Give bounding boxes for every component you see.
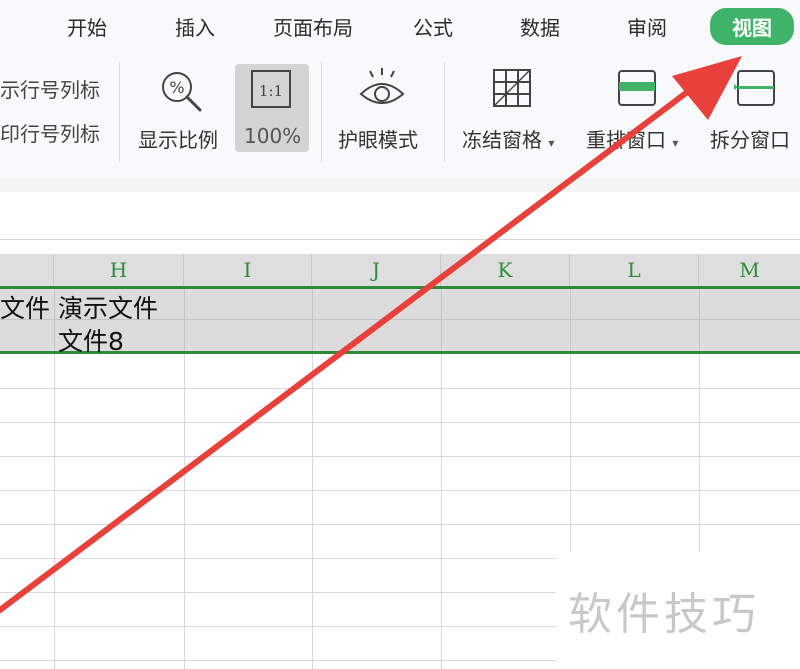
cell-divider: [570, 289, 571, 351]
freeze-panes-icon: [493, 69, 531, 107]
selected-row[interactable]: 文件 演示文件 文件8: [0, 286, 800, 356]
cell-h-text-line2[interactable]: 文件8: [58, 322, 124, 358]
zoom-100-label: 100%: [244, 124, 302, 148]
grid-line: [0, 422, 800, 423]
tab-home[interactable]: 开始: [67, 12, 107, 41]
actual-size-icon: 1:1: [251, 70, 291, 108]
freeze-panes-label: 冻结窗格 ▾: [462, 128, 555, 152]
ribbon-toolbar: 示行号列标 印行号列标 % 显示比例 1:1 100% 护眼模式 冻结窗格 ▾ …: [0, 52, 800, 179]
show-row-col-headers-option[interactable]: 示行号列标: [0, 74, 100, 103]
column-header-g[interactable]: [0, 254, 54, 286]
grid-line: [0, 524, 800, 525]
ribbon-separator: [119, 62, 120, 162]
formula-bar[interactable]: [0, 178, 800, 240]
split-window-button[interactable]: 拆分窗口: [704, 62, 800, 162]
grid-line: [0, 388, 800, 389]
column-header-i[interactable]: I: [184, 254, 312, 286]
zoom-button[interactable]: % 显示比例: [132, 62, 228, 162]
print-row-col-headers-option[interactable]: 印行号列标: [0, 118, 100, 147]
cell-divider: [312, 289, 313, 351]
column-header-row: H I J K L M: [0, 254, 800, 287]
zoom-button-label: 显示比例: [138, 128, 218, 152]
tab-view[interactable]: 视图: [710, 8, 794, 45]
eye-protection-button[interactable]: 护眼模式: [334, 62, 430, 162]
ribbon-separator: [444, 62, 445, 162]
tab-insert[interactable]: 插入: [175, 12, 215, 41]
watermark-box: 软件技巧: [556, 552, 800, 669]
tab-page-layout[interactable]: 页面布局: [273, 12, 353, 41]
cell-divider: [699, 289, 700, 351]
rearrange-windows-icon: [618, 70, 656, 106]
rearrange-windows-label: 重排窗口 ▾: [586, 128, 679, 152]
zoom-100-button[interactable]: 1:1 100%: [235, 64, 309, 152]
cell-g-text[interactable]: 文件: [0, 289, 50, 325]
cell-h-text-line1[interactable]: 演示文件: [58, 289, 158, 325]
column-header-m[interactable]: M: [699, 254, 800, 286]
zoom-icon-symbol: %: [169, 78, 184, 97]
rearrange-dropdown-caret-icon: ▾: [672, 136, 679, 150]
actual-size-icon-text: 1:1: [259, 82, 283, 100]
tab-data[interactable]: 数据: [520, 12, 560, 41]
freeze-dropdown-caret-icon: ▾: [548, 136, 555, 150]
column-header-h[interactable]: H: [54, 254, 184, 286]
ribbon-tab-bar: 开始 插入 页面布局 公式 数据 审阅 视图: [0, 0, 800, 52]
cell-divider: [184, 289, 185, 351]
grid-line: [0, 456, 800, 457]
split-window-label: 拆分窗口: [710, 128, 790, 152]
split-window-icon: [734, 70, 775, 106]
eye-protection-label: 护眼模式: [338, 128, 418, 152]
column-header-k[interactable]: K: [441, 254, 570, 286]
rearrange-windows-button[interactable]: 重排窗口 ▾: [584, 62, 694, 162]
column-header-l[interactable]: L: [570, 254, 699, 286]
freeze-panes-button[interactable]: 冻结窗格 ▾: [458, 62, 568, 162]
tab-review[interactable]: 审阅: [627, 12, 667, 41]
cell-divider: [441, 289, 442, 351]
grid-line: [0, 490, 800, 491]
zoom-magnifier-icon: %: [162, 72, 202, 112]
column-header-j[interactable]: J: [312, 254, 441, 286]
eye-icon: [359, 68, 405, 104]
ribbon-separator: [321, 62, 322, 162]
watermark-text: 软件技巧: [568, 589, 760, 640]
tab-formulas[interactable]: 公式: [413, 12, 453, 41]
cell-divider: [54, 289, 55, 351]
